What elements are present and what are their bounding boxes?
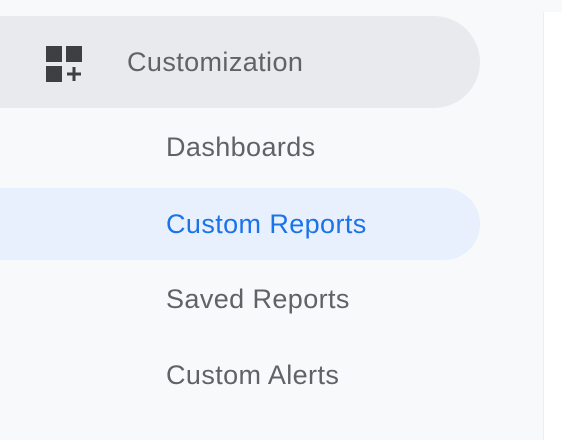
- customization-section-header[interactable]: Customization: [0, 16, 480, 108]
- nav-item-label: Custom Alerts: [166, 360, 340, 390]
- main-content-panel: [543, 12, 562, 440]
- nav-item-saved-reports[interactable]: Saved Reports: [0, 263, 480, 335]
- dashboard-customize-icon: [46, 46, 82, 82]
- nav-item-label: Custom Reports: [166, 209, 367, 239]
- nav-item-label: Dashboards: [166, 132, 316, 162]
- nav-item-label: Saved Reports: [166, 284, 350, 314]
- nav-item-dashboards[interactable]: Dashboards: [0, 111, 480, 183]
- customization-nav-section: Customization Dashboards Custom Reports …: [0, 0, 543, 440]
- customization-section-label: Customization: [127, 47, 304, 77]
- nav-item-custom-alerts[interactable]: Custom Alerts: [0, 339, 480, 411]
- nav-item-custom-reports[interactable]: Custom Reports: [0, 188, 480, 260]
